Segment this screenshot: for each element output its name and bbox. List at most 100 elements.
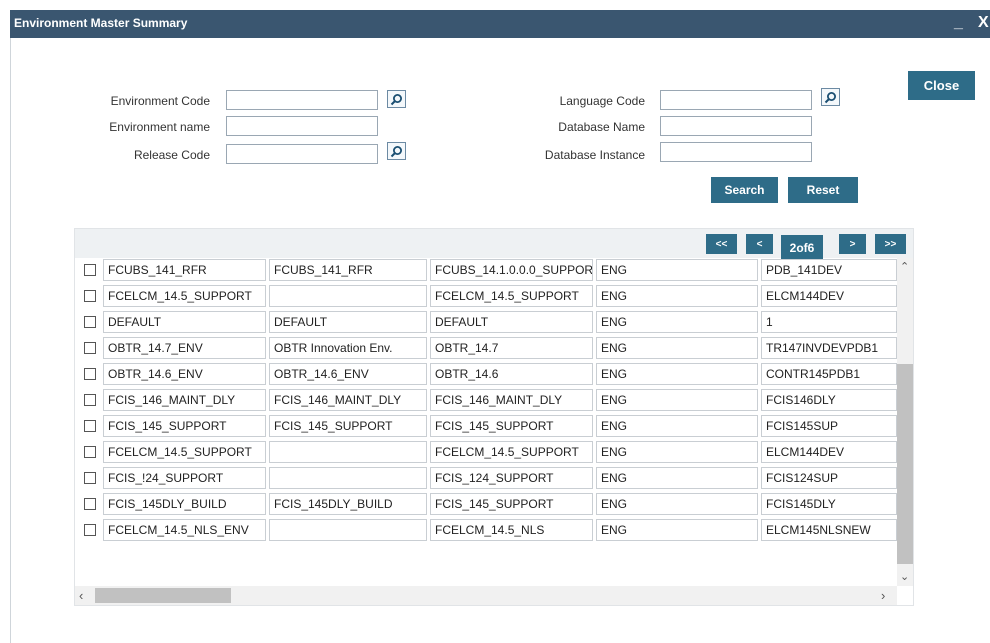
language-code-input[interactable] bbox=[660, 90, 812, 110]
database-name-cell[interactable]: FCIS145DLY bbox=[761, 493, 897, 515]
environment-name-cell[interactable]: FCIS_146_MAINT_DLY bbox=[269, 389, 427, 411]
language-code-cell[interactable]: ENG bbox=[596, 363, 758, 385]
environment-name-cell[interactable]: OBTR_14.6_ENV bbox=[269, 363, 427, 385]
release-code-cell[interactable]: FCIS_124_SUPPORT bbox=[430, 467, 593, 489]
release-code-cell[interactable]: FCELCM_14.5_SUPPORT bbox=[430, 441, 593, 463]
row-checkbox[interactable] bbox=[84, 524, 96, 536]
language-code-cell[interactable]: ENG bbox=[596, 389, 758, 411]
environment-code-cell[interactable]: FCELCM_14.5_NLS_ENV bbox=[103, 519, 266, 541]
release-code-cell[interactable]: FCELCM_14.5_SUPPORT bbox=[430, 285, 593, 307]
search-button[interactable]: Search bbox=[711, 177, 778, 203]
first-page-button[interactable]: << bbox=[706, 234, 737, 254]
table-row[interactable]: FCUBS_141_RFR FCUBS_141_RFR FCUBS_14.1.0.0… bbox=[75, 258, 897, 284]
last-page-button[interactable]: >> bbox=[875, 234, 906, 254]
minimize-button[interactable]: _ bbox=[954, 14, 963, 32]
close-button[interactable]: Close bbox=[908, 71, 975, 100]
table-row[interactable]: OBTR_14.6_ENV OBTR_14.6_ENV OBTR_14.6 ENG CO… bbox=[75, 362, 897, 388]
row-checkbox[interactable] bbox=[84, 290, 96, 302]
environment-name-cell[interactable]: FCUBS_141_RFR bbox=[269, 259, 427, 281]
environment-code-cell[interactable]: OBTR_14.7_ENV bbox=[103, 337, 266, 359]
database-instance-input[interactable] bbox=[660, 142, 812, 162]
table-row[interactable]: FCELCM_14.5_SUPPORT FCELCM_14.5_SUPPORT EN… bbox=[75, 440, 897, 466]
database-name-cell[interactable]: CONTR145PDB1 bbox=[761, 363, 897, 385]
environment-code-cell[interactable]: FCUBS_141_RFR bbox=[103, 259, 266, 281]
release-code-input[interactable] bbox=[226, 144, 378, 164]
language-code-cell[interactable]: ENG bbox=[596, 415, 758, 437]
language-code-cell[interactable]: ENG bbox=[596, 337, 758, 359]
row-checkbox[interactable] bbox=[84, 264, 96, 276]
environment-name-cell[interactable] bbox=[269, 467, 427, 489]
release-code-cell[interactable]: FCIS_146_MAINT_DLY bbox=[430, 389, 593, 411]
language-code-cell[interactable]: ENG bbox=[596, 259, 758, 281]
language-code-cell[interactable]: ENG bbox=[596, 285, 758, 307]
environment-code-cell[interactable]: FCIS_145_SUPPORT bbox=[103, 415, 266, 437]
release-code-cell[interactable]: FCIS_145_SUPPORT bbox=[430, 493, 593, 515]
row-checkbox[interactable] bbox=[84, 446, 96, 458]
database-name-cell[interactable]: TR147INVDEVPDB1 bbox=[761, 337, 897, 359]
row-checkbox[interactable] bbox=[84, 420, 96, 432]
vertical-scroll-thumb[interactable] bbox=[897, 364, 913, 564]
reset-button[interactable]: Reset bbox=[788, 177, 858, 203]
environment-name-cell[interactable]: FCIS_145_SUPPORT bbox=[269, 415, 427, 437]
table-row[interactable]: FCIS_146_MAINT_DLY FCIS_146_MAINT_DLY FCIS… bbox=[75, 388, 897, 414]
environment-code-cell[interactable]: OBTR_14.6_ENV bbox=[103, 363, 266, 385]
row-checkbox[interactable] bbox=[84, 342, 96, 354]
table-row[interactable]: DEFAULT DEFAULT DEFAULT ENG 1 bbox=[75, 310, 897, 336]
row-checkbox[interactable] bbox=[84, 316, 96, 328]
table-row[interactable]: FCIS_!24_SUPPORT FCIS_124_SUPPORT ENG FCIS1… bbox=[75, 466, 897, 492]
up-arrow-icon[interactable]: ⌃ bbox=[900, 260, 909, 273]
environment-name-cell[interactable]: FCIS_145DLY_BUILD bbox=[269, 493, 427, 515]
database-name-cell[interactable]: FCIS124SUP bbox=[761, 467, 897, 489]
row-checkbox[interactable] bbox=[84, 394, 96, 406]
database-name-cell[interactable]: FCIS146DLY bbox=[761, 389, 897, 411]
language-code-cell[interactable]: ENG bbox=[596, 493, 758, 515]
environment-name-input[interactable] bbox=[226, 116, 378, 136]
database-name-cell[interactable]: ELCM144DEV bbox=[761, 441, 897, 463]
environment-name-cell[interactable] bbox=[269, 519, 427, 541]
table-row[interactable]: FCELCM_14.5_NLS_ENV FCELCM_14.5_NLS ENG ELC… bbox=[75, 518, 897, 544]
database-name-cell[interactable]: ELCM144DEV bbox=[761, 285, 897, 307]
database-name-cell[interactable]: FCIS145SUP bbox=[761, 415, 897, 437]
environment-code-cell[interactable]: FCIS_146_MAINT_DLY bbox=[103, 389, 266, 411]
database-name-cell[interactable]: ELCM145NLSNEW bbox=[761, 519, 897, 541]
table-row[interactable]: FCIS_145DLY_BUILD FCIS_145DLY_BUILD FCIS_1… bbox=[75, 492, 897, 518]
release-code-lookup[interactable] bbox=[387, 142, 406, 160]
release-code-cell[interactable]: FCELCM_14.5_NLS bbox=[430, 519, 593, 541]
environment-code-input[interactable] bbox=[226, 90, 378, 110]
row-checkbox[interactable] bbox=[84, 472, 96, 484]
right-arrow-icon[interactable]: › bbox=[881, 588, 885, 603]
environment-name-cell[interactable]: OBTR Innovation Env. bbox=[269, 337, 427, 359]
environment-name-cell[interactable] bbox=[269, 441, 427, 463]
table-row[interactable]: FCIS_145_SUPPORT FCIS_145_SUPPORT FCIS_145… bbox=[75, 414, 897, 440]
down-arrow-icon[interactable]: ⌄ bbox=[900, 570, 909, 583]
environment-code-cell[interactable]: FCIS_!24_SUPPORT bbox=[103, 467, 266, 489]
language-code-cell[interactable]: ENG bbox=[596, 441, 758, 463]
language-code-cell[interactable]: ENG bbox=[596, 467, 758, 489]
language-code-cell[interactable]: ENG bbox=[596, 311, 758, 333]
horizontal-scroll-thumb[interactable] bbox=[95, 588, 231, 603]
database-name-cell[interactable]: PDB_141DEV bbox=[761, 259, 897, 281]
environment-code-cell[interactable]: DEFAULT bbox=[103, 311, 266, 333]
next-page-button[interactable]: > bbox=[839, 234, 866, 254]
language-code-cell[interactable]: ENG bbox=[596, 519, 758, 541]
environment-code-lookup[interactable] bbox=[387, 90, 406, 108]
environment-code-cell[interactable]: FCIS_145DLY_BUILD bbox=[103, 493, 266, 515]
database-name-cell[interactable]: 1 bbox=[761, 311, 897, 333]
table-row[interactable]: OBTR_14.7_ENV OBTR Innovation Env. OBTR_14… bbox=[75, 336, 897, 362]
horizontal-scrollbar[interactable]: ‹ › bbox=[75, 586, 897, 605]
release-code-cell[interactable]: FCIS_145_SUPPORT bbox=[430, 415, 593, 437]
environment-name-cell[interactable] bbox=[269, 285, 427, 307]
vertical-scrollbar[interactable]: ⌃ ⌄ bbox=[897, 258, 913, 586]
release-code-cell[interactable]: DEFAULT bbox=[430, 311, 593, 333]
release-code-cell[interactable]: FCUBS_14.1.0.0.0_SUPPORT bbox=[430, 259, 593, 281]
row-checkbox[interactable] bbox=[84, 368, 96, 380]
prev-page-button[interactable]: < bbox=[746, 234, 773, 254]
environment-code-cell[interactable]: FCELCM_14.5_SUPPORT bbox=[103, 285, 266, 307]
environment-code-cell[interactable]: FCELCM_14.5_SUPPORT bbox=[103, 441, 266, 463]
window-close-button[interactable]: X bbox=[978, 14, 989, 32]
database-name-input[interactable] bbox=[660, 116, 812, 136]
row-checkbox[interactable] bbox=[84, 498, 96, 510]
table-row[interactable]: FCELCM_14.5_SUPPORT FCELCM_14.5_SUPPORT EN… bbox=[75, 284, 897, 310]
release-code-cell[interactable]: OBTR_14.7 bbox=[430, 337, 593, 359]
release-code-cell[interactable]: OBTR_14.6 bbox=[430, 363, 593, 385]
